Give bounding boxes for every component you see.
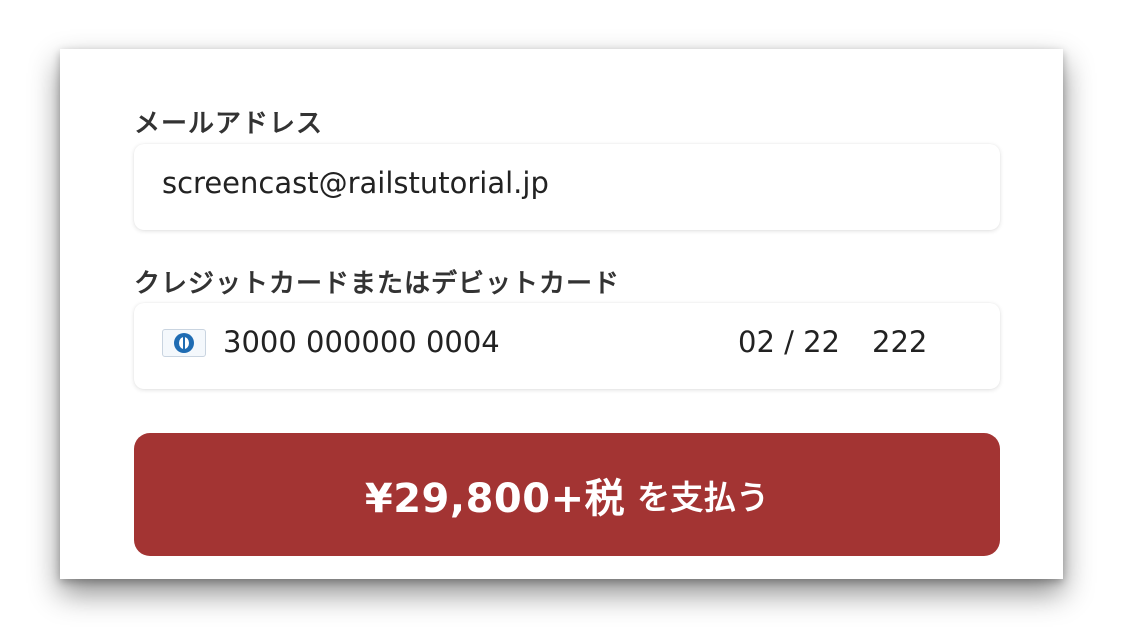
diners-club-card-icon — [162, 329, 206, 357]
pay-button-label: を支払う — [637, 477, 770, 517]
card-field[interactable]: 3000 000000 0004 02 / 22 222 — [134, 303, 1000, 389]
card-cvc-input[interactable]: 222 — [872, 325, 927, 359]
card-label: クレジットカードまたはデビットカード — [134, 269, 621, 299]
card-expiry-input[interactable]: 02 / 22 — [738, 325, 840, 359]
pay-button[interactable]: ¥29,800+税 を支払う — [134, 433, 1000, 556]
card-number-input[interactable]: 3000 000000 0004 — [223, 325, 500, 359]
email-field-value[interactable]: screencast@railstutorial.jp — [162, 166, 549, 200]
payment-form-panel: メールアドレス screencast@railstutorial.jp クレジッ… — [60, 49, 1063, 579]
email-label: メールアドレス — [134, 109, 324, 139]
pay-button-amount: ¥29,800+税 — [364, 475, 626, 522]
email-field[interactable]: screencast@railstutorial.jp — [134, 144, 1000, 230]
